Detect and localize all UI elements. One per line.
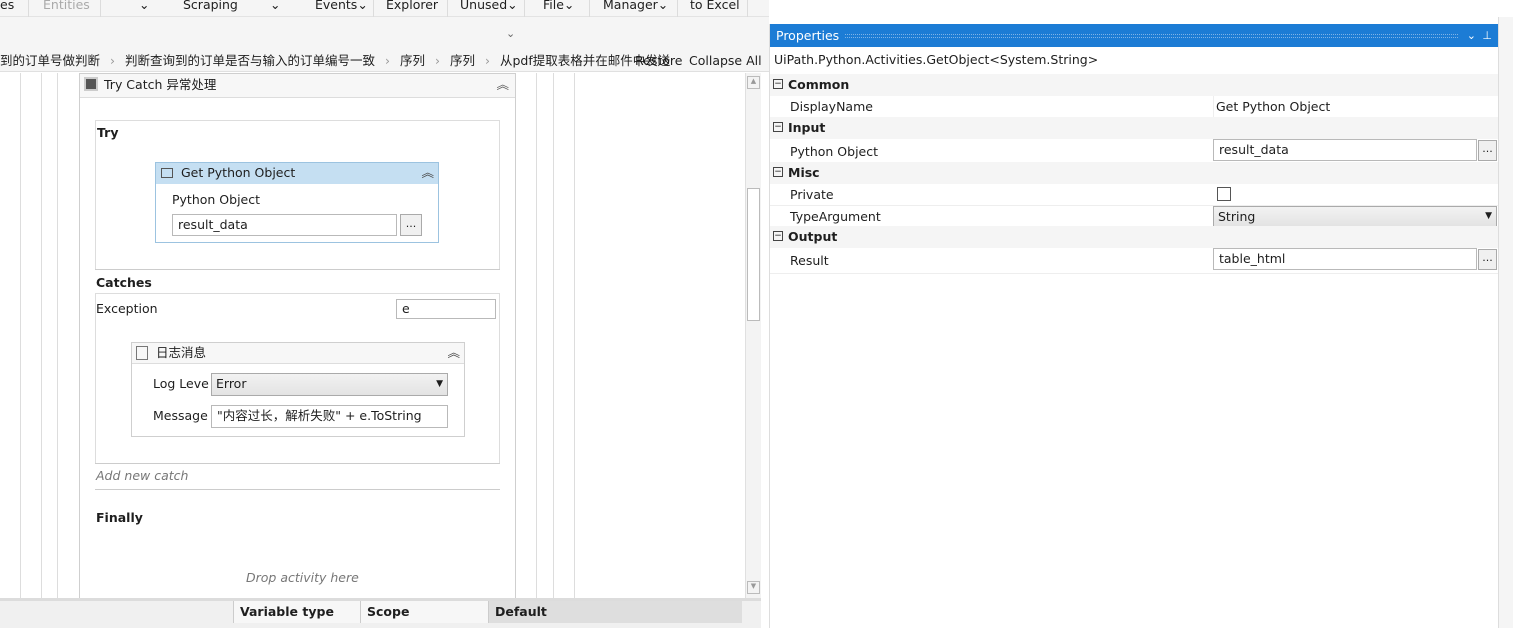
property-name: DisplayName (790, 99, 873, 114)
toolbar-scraping[interactable]: Scraping (183, 0, 238, 12)
properties-panel: Properties ⌄ ⊥ UiPath.Python.Activities.… (769, 24, 1499, 628)
category-label: Input (788, 120, 826, 135)
toolbar-item[interactable]: es (0, 0, 14, 12)
breadcrumb-item[interactable]: 到的订单号做判断 (0, 53, 100, 68)
column-variable-type[interactable]: Variable type (233, 601, 360, 623)
property-row: DisplayName Get Python Object (770, 96, 1499, 118)
column-scope[interactable]: Scope (360, 601, 488, 623)
collapse-icon: − (773, 122, 783, 132)
breadcrumb-item[interactable]: 判断查询到的订单是否与输入的订单编号一致 (125, 53, 375, 68)
python-activity-icon (161, 168, 173, 178)
breadcrumb-item[interactable]: 序列 (450, 53, 475, 68)
collapse-icon: − (773, 79, 783, 89)
toolbar-events[interactable]: Events⌄ (315, 0, 368, 12)
scroll-down-icon[interactable]: ▼ (747, 581, 760, 594)
log-level-value: Error (216, 376, 247, 391)
python-object-label: Python Object (172, 192, 261, 207)
toolbar-file[interactable]: File⌄ (543, 0, 574, 12)
try-label: Try (97, 125, 119, 140)
property-name: TypeArgument (790, 209, 881, 224)
restore-button[interactable]: Restore (635, 50, 682, 72)
dropdown-icon[interactable]: ⌄ (1467, 24, 1476, 47)
toolbar-entities[interactable]: Entities (43, 0, 90, 12)
private-checkbox[interactable] (1217, 187, 1231, 201)
python-object-property-input[interactable]: result_data (1213, 139, 1477, 161)
scroll-thumb[interactable] (747, 188, 760, 321)
category-misc[interactable]: − Misc (770, 162, 1499, 184)
ellipsis-button[interactable]: ... (400, 214, 422, 236)
variables-panel: Variable type Scope Default (0, 598, 761, 628)
toolbar-unused[interactable]: Unused⌄ (460, 0, 518, 12)
property-name: Private (790, 187, 834, 202)
drop-activity-hint: Drop activity here (246, 570, 359, 585)
result-property-input[interactable]: table_html (1213, 248, 1477, 270)
collapse-icon: − (773, 231, 783, 241)
log-level-label: Log Leve (153, 376, 209, 391)
property-row: Private (770, 184, 1499, 206)
ellipsis-button[interactable]: ... (1478, 249, 1497, 270)
finally-label: Finally (96, 510, 143, 525)
ribbon-toolbar: es Entities ⌄ Scraping ⌄ Events⌄ Explore… (0, 0, 769, 17)
properties-title-bar: Properties ⌄ ⊥ (770, 24, 1498, 47)
breadcrumb: 到的订单号做判断 › 判断查询到的订单是否与输入的订单编号一致 › 序列 › 序列 › … (0, 50, 769, 72)
property-row: TypeArgument String ▼ (770, 206, 1499, 228)
toolbar-manager[interactable]: Manager⌄ (603, 0, 668, 12)
try-catch-title: Try Catch 异常处理 (104, 77, 217, 92)
category-label: Output (788, 229, 838, 244)
category-common[interactable]: − Common (770, 74, 1499, 96)
log-message-icon (136, 346, 148, 360)
exception-variable-input[interactable]: e (396, 299, 496, 319)
column-default[interactable]: Default (488, 601, 742, 623)
scroll-up-icon[interactable]: ▲ (747, 76, 760, 89)
typeargument-select[interactable]: String ▼ (1213, 206, 1497, 227)
property-name: Result (790, 253, 829, 268)
ribbon-area: ⌄ (0, 17, 769, 50)
toolbar-to-excel[interactable]: to Excel (690, 0, 740, 12)
dropdown-arrow-icon: ▼ (1485, 211, 1492, 221)
category-label: Common (788, 77, 850, 92)
activity-type-name: UiPath.Python.Activities.GetObject<Syste… (774, 52, 1099, 67)
get-python-object-activity[interactable]: Get Python Object ︽ Python Object result… (155, 162, 439, 243)
collapse-icon: − (773, 167, 783, 177)
designer-scrollbar[interactable]: ▲ ▼ (745, 73, 761, 598)
property-row: Result table_html ... (770, 248, 1499, 274)
category-output[interactable]: − Output (770, 226, 1499, 248)
toolbar-explorer[interactable]: Explorer (386, 0, 438, 12)
ellipsis-button[interactable]: ... (1478, 140, 1497, 161)
activity-title: Get Python Object (181, 165, 296, 180)
catches-label: Catches (96, 275, 152, 290)
activity-title: 日志消息 (156, 345, 207, 360)
displayname-value[interactable]: Get Python Object (1213, 96, 1497, 118)
side-panel-tabs[interactable] (1498, 17, 1513, 628)
message-label: Message (153, 408, 208, 423)
pin-icon[interactable]: ⊥ (1482, 24, 1492, 47)
collapse-icon[interactable]: ︽ (496, 74, 509, 96)
try-catch-activity[interactable]: Try Catch 异常处理 ︽ Try Get Python Object ︽… (79, 73, 516, 603)
breadcrumb-item[interactable]: 序列 (400, 53, 425, 68)
python-object-input[interactable]: result_data (172, 214, 397, 236)
log-level-select[interactable]: Error ▼ (211, 373, 448, 396)
collapse-icon[interactable]: ︽ (447, 343, 460, 363)
collapse-icon[interactable]: ︽ (421, 163, 434, 183)
ribbon-expand-icon[interactable]: ⌄ (506, 27, 515, 40)
try-catch-icon (84, 77, 98, 91)
log-message-activity[interactable]: 日志消息 ︽ Log Leve Error ▼ Message "内容过长，解析失… (131, 342, 465, 437)
chevron-down-icon[interactable]: ⌄ (139, 0, 149, 12)
typeargument-value: String (1218, 209, 1256, 224)
category-input[interactable]: − Input (770, 117, 1499, 139)
properties-title: Properties (776, 28, 840, 43)
message-input[interactable]: "内容过长，解析失败" + e.ToString (211, 405, 448, 428)
chevron-down-icon[interactable]: ⌄ (270, 0, 280, 12)
exception-label: Exception (96, 301, 158, 316)
collapse-all-button[interactable]: Collapse All (689, 50, 762, 72)
category-label: Misc (788, 165, 820, 180)
dropdown-arrow-icon: ▼ (436, 379, 443, 389)
workflow-designer: Try Catch 异常处理 ︽ Try Get Python Object ︽… (0, 73, 745, 603)
add-new-catch[interactable]: Add new catch (96, 468, 188, 483)
